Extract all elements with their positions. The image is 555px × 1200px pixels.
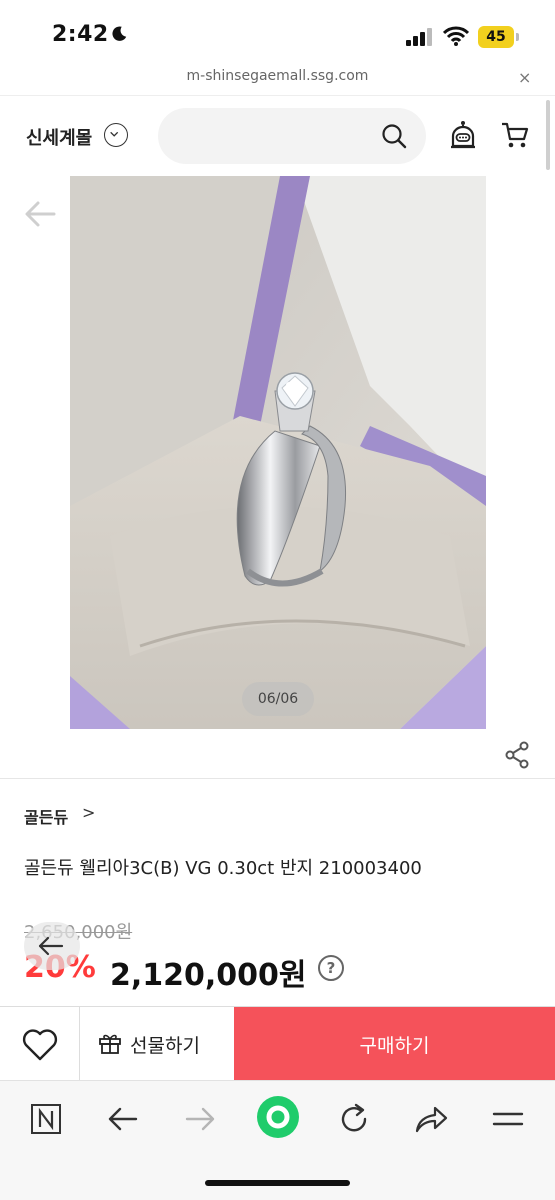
sale-price: 2,120,000원 xyxy=(110,958,307,993)
brand-logo[interactable]: 신세계몰 xyxy=(26,124,92,150)
search-input[interactable] xyxy=(158,108,426,164)
floating-back-button[interactable] xyxy=(24,922,80,970)
forward-arrow-icon[interactable] xyxy=(182,1101,218,1137)
back-arrow-icon xyxy=(38,936,64,956)
home-dot-icon[interactable] xyxy=(256,1095,300,1139)
brand-link[interactable]: 골든듀 xyxy=(24,804,68,828)
home-indicator[interactable] xyxy=(205,1180,350,1186)
moon-icon xyxy=(112,26,127,41)
heart-icon xyxy=(22,1029,58,1061)
gallery-back-arrow-icon[interactable] xyxy=(24,200,58,228)
scrollbar[interactable] xyxy=(546,100,550,170)
wifi-icon xyxy=(443,26,469,46)
status-bar: 2:42 45 xyxy=(0,0,555,64)
signal-icon xyxy=(406,28,432,46)
share-icon[interactable] xyxy=(503,740,531,770)
battery-cap xyxy=(516,33,519,41)
product-name: 골든듀 웰리아3C(B) VG 0.30ct 반지 210003400 xyxy=(24,858,422,879)
back-arrow-icon[interactable] xyxy=(105,1101,141,1137)
product-image[interactable]: 06/06 xyxy=(70,176,486,729)
n-icon[interactable] xyxy=(28,1101,64,1137)
app-header: 신세계몰 xyxy=(0,98,545,176)
wishlist-button[interactable] xyxy=(0,1007,80,1081)
chatbot-icon[interactable] xyxy=(449,120,477,150)
close-icon[interactable]: × xyxy=(518,68,531,87)
section-divider xyxy=(0,778,555,779)
purchase-action-bar: 선물하기 구매하기 xyxy=(0,1006,555,1081)
menu-icon[interactable] xyxy=(490,1101,526,1137)
chevron-down-icon[interactable] xyxy=(104,123,128,147)
image-page-counter: 06/06 xyxy=(242,682,314,716)
search-icon[interactable] xyxy=(380,122,408,150)
share-arrow-icon[interactable] xyxy=(413,1101,449,1137)
buy-label: 구매하기 xyxy=(359,1035,430,1057)
price-help-icon[interactable]: ? xyxy=(318,955,344,981)
url-text: m-shinsegaemall.ssg.com xyxy=(186,68,369,84)
gift-icon xyxy=(99,1034,121,1054)
cart-icon[interactable] xyxy=(500,120,530,150)
battery-indicator: 45 xyxy=(478,26,514,48)
chevron-right-icon[interactable]: > xyxy=(82,803,95,822)
refresh-icon[interactable] xyxy=(336,1101,372,1137)
gift-label: 선물하기 xyxy=(130,1035,200,1057)
status-time: 2:42 xyxy=(52,22,109,47)
buy-button[interactable]: 구매하기 xyxy=(234,1007,555,1081)
gift-button[interactable]: 선물하기 xyxy=(80,1007,234,1081)
url-bar[interactable]: m-shinsegaemall.ssg.com × xyxy=(0,64,555,96)
ring-photo xyxy=(70,176,486,729)
